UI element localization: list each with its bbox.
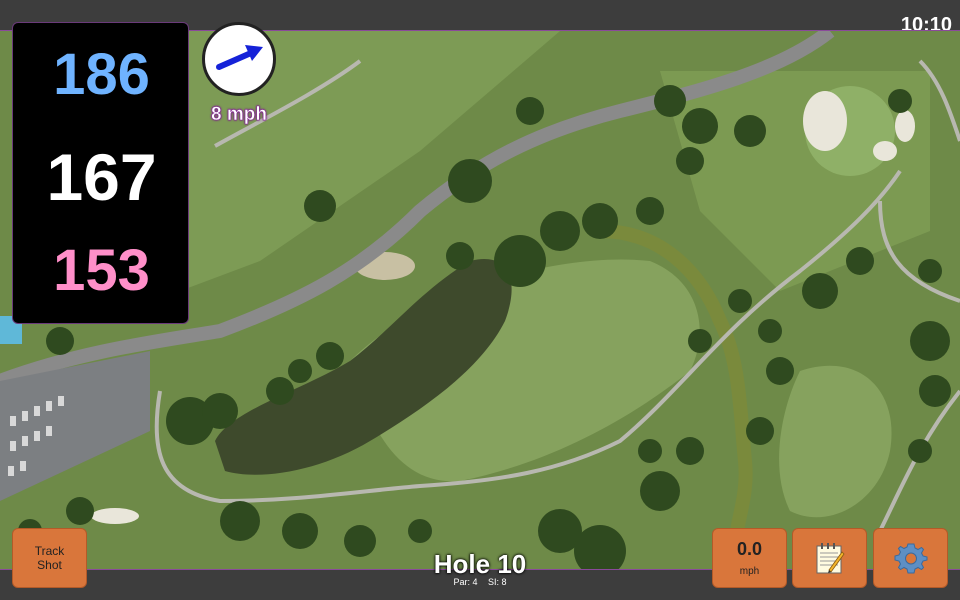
distance-panel: 186 167 153 [12, 22, 189, 324]
hole-par: Par: 4 [453, 577, 478, 587]
notes-button[interactable] [792, 528, 867, 588]
speed-value: 0.0 [736, 539, 763, 559]
speed-button[interactable]: 0.0 mph [712, 528, 787, 588]
track-shot-button[interactable]: Track Shot [12, 528, 87, 588]
distance-middle: 167 [46, 140, 157, 214]
hole-stroke-index: SI: 8 [488, 577, 507, 587]
hole-meta: Par: 4 SI: 8 [380, 577, 580, 587]
arrow-icon [216, 45, 263, 70]
notepad-icon [816, 543, 845, 574]
distance-front: 153 [53, 238, 150, 303]
gear-icon [894, 543, 927, 574]
distance-back: 186 [53, 42, 150, 107]
wind-speed: 8 mph [211, 104, 267, 126]
hole-title: Hole 10 [433, 549, 527, 579]
settings-button[interactable] [873, 528, 948, 588]
speed-unit: mph [739, 566, 760, 577]
wind-indicator [202, 22, 276, 96]
